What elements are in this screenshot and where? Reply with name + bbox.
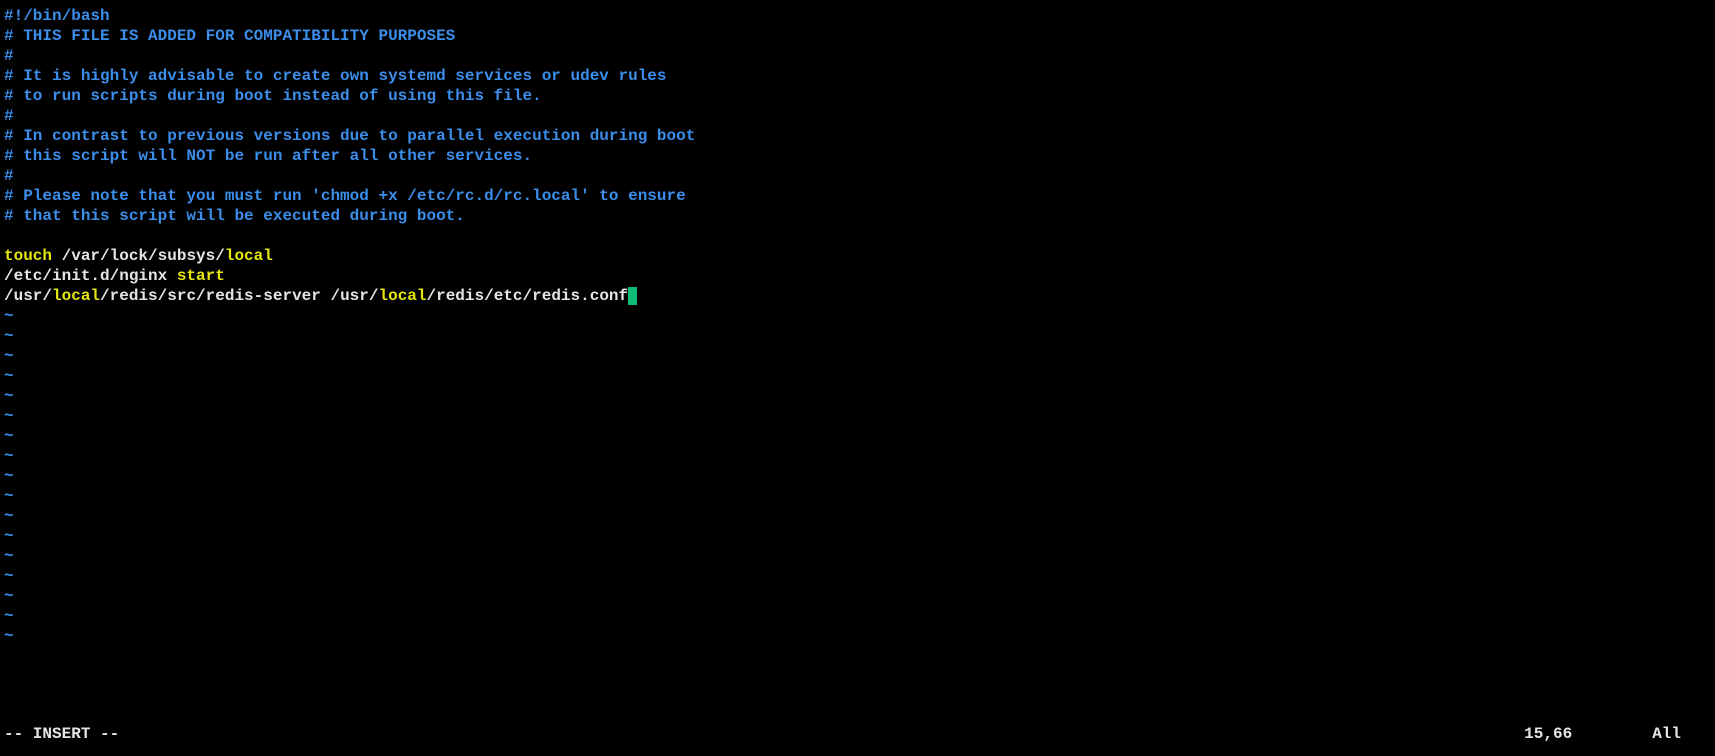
code-segment: # to run scripts during boot instead of … (4, 87, 542, 105)
vim-scroll-position: All (1652, 724, 1681, 744)
code-segment: /redis/etc/redis.conf (427, 287, 629, 305)
code-line: /usr/local/redis/src/redis-server /usr/l… (4, 286, 1711, 306)
code-line: # In contrast to previous versions due t… (4, 126, 1711, 146)
code-line: # (4, 46, 1711, 66)
code-line: # (4, 106, 1711, 126)
code-segment: start (177, 267, 225, 285)
empty-line-tilde: ~ (4, 346, 1711, 366)
empty-line-tilde: ~ (4, 446, 1711, 466)
vim-editor-buffer[interactable]: #!/bin/bash # THIS FILE IS ADDED FOR COMP… (0, 0, 1715, 652)
code-line: touch /var/lock/subsys/local (4, 246, 1711, 266)
vim-mode-indicator: -- INSERT -- (4, 724, 119, 744)
code-segment: #!/bin/bash (4, 7, 110, 25)
code-line: # Please note that you must run 'chmod +… (4, 186, 1711, 206)
empty-line-tilde: ~ (4, 466, 1711, 486)
code-segment: touch (4, 247, 52, 265)
code-line: # to run scripts during boot instead of … (4, 86, 1711, 106)
empty-line-tilde: ~ (4, 626, 1711, 646)
empty-line-tilde: ~ (4, 326, 1711, 346)
empty-line-tilde: ~ (4, 406, 1711, 426)
code-segment: # In contrast to previous versions due t… (4, 127, 695, 145)
code-segment: local (378, 287, 426, 305)
code-line (4, 226, 1711, 246)
code-segment: # this script will NOT be run after all … (4, 147, 532, 165)
code-line: # It is highly advisable to create own s… (4, 66, 1711, 86)
empty-line-tilde: ~ (4, 586, 1711, 606)
code-segment: /usr/ (4, 287, 52, 305)
empty-line-tilde: ~ (4, 306, 1711, 326)
code-line: # this script will NOT be run after all … (4, 146, 1711, 166)
code-segment: # (4, 167, 14, 185)
code-segment: /redis/src/redis-server /usr/ (100, 287, 378, 305)
code-line: #!/bin/bash (4, 6, 1711, 26)
empty-line-tilde: ~ (4, 566, 1711, 586)
code-segment: # THIS FILE IS ADDED FOR COMPATIBILITY P… (4, 27, 455, 45)
code-line: # (4, 166, 1711, 186)
code-segment: # (4, 107, 14, 125)
code-segment: # (4, 47, 14, 65)
code-segment: # Please note that you must run 'chmod +… (4, 187, 686, 205)
empty-line-tilde: ~ (4, 426, 1711, 446)
empty-line-tilde: ~ (4, 486, 1711, 506)
empty-line-tilde: ~ (4, 546, 1711, 566)
empty-line-tilde: ~ (4, 606, 1711, 626)
empty-line-tilde: ~ (4, 506, 1711, 526)
code-line: # that this script will be executed duri… (4, 206, 1711, 226)
code-line: /etc/init.d/nginx start (4, 266, 1711, 286)
code-segment: /var/lock/subsys/ (52, 247, 225, 265)
vim-cursor-position: 15,66 (1524, 724, 1572, 744)
code-segment: /etc/init.d/nginx (4, 267, 177, 285)
code-segment: # that this script will be executed duri… (4, 207, 465, 225)
vim-status-line: -- INSERT -- 15,66 All (4, 724, 1711, 744)
code-segment: # It is highly advisable to create own s… (4, 67, 667, 85)
code-segment: local (52, 287, 100, 305)
cursor-icon (628, 287, 637, 305)
empty-line-tilde: ~ (4, 366, 1711, 386)
code-line: # THIS FILE IS ADDED FOR COMPATIBILITY P… (4, 26, 1711, 46)
empty-line-tilde: ~ (4, 386, 1711, 406)
code-segment: local (225, 247, 273, 265)
empty-line-tilde: ~ (4, 526, 1711, 546)
